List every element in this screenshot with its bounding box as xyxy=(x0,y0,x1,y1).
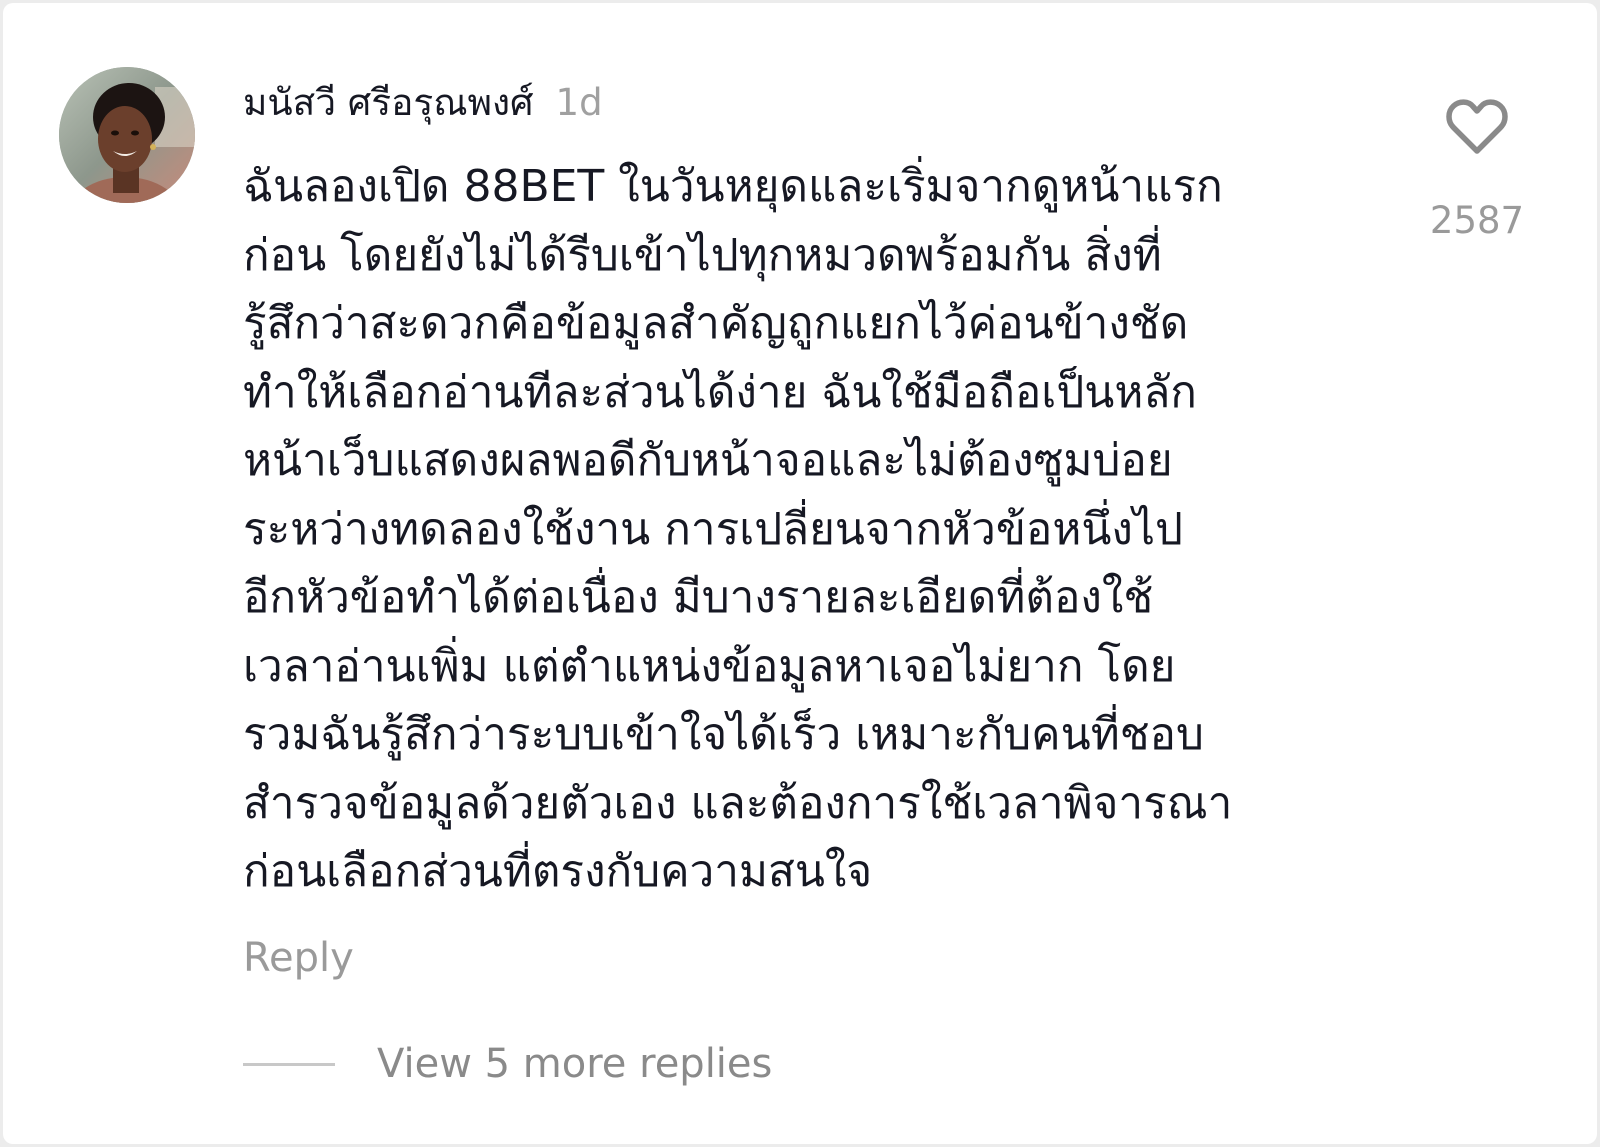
reply-button[interactable]: Reply xyxy=(243,935,354,981)
avatar-image xyxy=(59,67,195,203)
avatar[interactable] xyxy=(59,67,195,203)
heart-outline-icon[interactable] xyxy=(1446,99,1508,155)
username[interactable]: มนัสวี ศรีอรุณพงศ์ xyxy=(243,73,534,132)
like-count: 2587 xyxy=(1429,199,1525,242)
comment-text: ฉันลองเปิด 88BET ในวันหยุดและเริ่มจากดูห… xyxy=(243,161,1233,897)
view-more-replies-label[interactable]: View 5 more replies xyxy=(377,1041,772,1087)
comment-card: มนัสวี ศรีอรุณพงศ์ 1d ฉันลองเปิด 88BET ใ… xyxy=(3,3,1597,1144)
comment-header: มนัสวี ศรีอรุณพงศ์ 1d xyxy=(243,73,603,133)
comment-timestamp: 1d xyxy=(555,81,603,124)
view-more-replies[interactable]: View 5 more replies xyxy=(243,1041,772,1087)
divider-line xyxy=(243,1062,335,1066)
like-section: 2587 xyxy=(1423,99,1531,242)
